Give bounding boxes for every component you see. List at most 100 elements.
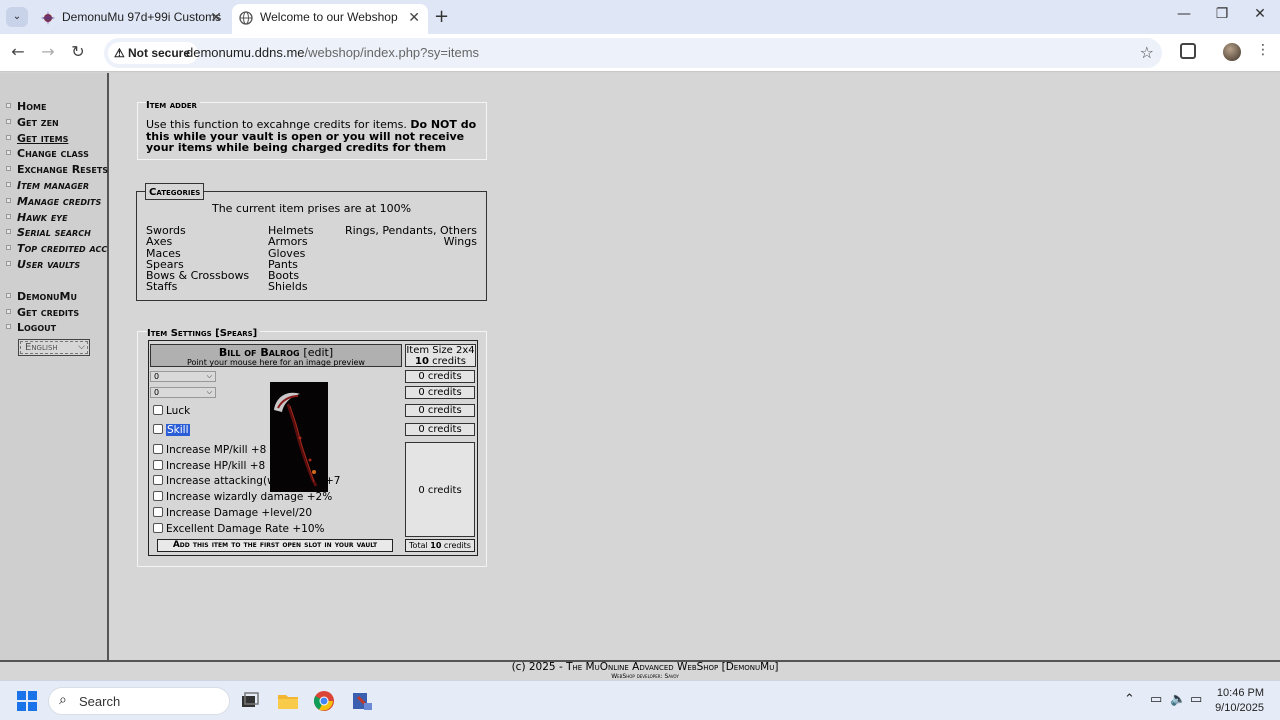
menu-kebab-icon[interactable]: ⋮ [1256,42,1270,58]
weapon-categories: Swords Axes Maces Spears Bows & Crossbow… [146,225,249,293]
category-link[interactable]: Axes [146,236,249,248]
excellent-option[interactable]: Excellent Damage Rate +10% [153,523,325,535]
excellent-option[interactable]: Increase MP/kill +8 [153,444,266,456]
misc-categories: Rings, Pendants, Others Wings [345,225,477,248]
browser-tab-webshop[interactable]: Welcome to our Webshop ✕ [232,4,428,34]
reload-icon[interactable]: ↻ [67,42,89,61]
excellent-option[interactable]: Increase wizardly damage +2% [153,491,332,503]
luck-checkbox[interactable] [153,405,163,415]
sidebar-nav: Home Get zen Get items Change class Exch… [0,73,109,660]
option-select[interactable]: 0 ⌵ [150,387,216,398]
bullet-icon [6,134,11,140]
sidebar-item-hawk-eye[interactable]: Hawk eye [0,210,107,226]
volume-icon[interactable]: 🔈 [1170,692,1186,707]
category-link[interactable]: Staffs [146,281,249,293]
item-name-header[interactable]: Bill of Balrog [edit] Point your mouse h… [150,344,402,367]
luck-option[interactable]: Luck [153,405,190,417]
close-tab-icon[interactable]: ✕ [408,4,420,30]
excellent-option[interactable]: Increase attacking(wiz [153,475,284,487]
bullet-icon [6,150,11,156]
excellent-checkbox[interactable] [153,475,163,485]
close-tab-icon[interactable]: ✕ [210,4,222,30]
item-size-box: Item Size 2x4 10 credits [405,344,476,367]
file-explorer-icon[interactable] [276,689,300,713]
excellent-checkbox[interactable] [153,507,163,517]
categories-panel: Categories The current item prises are a… [136,183,487,301]
windows-taskbar: ⌕ Search ⌃ ▭ 🔈 ▭ 10:46 PM 9/10/2025 [0,680,1280,720]
item-adder-title: Item adder [146,100,200,111]
forward-arrow-icon[interactable]: → [37,42,59,61]
sidebar-item-item-manager[interactable]: Item manager [0,178,107,194]
categories-title: Categories [145,183,205,200]
battery-icon[interactable]: ▭ [1190,692,1202,707]
network-icon[interactable]: ▭ [1150,692,1162,707]
bullet-icon [6,324,11,330]
excellent-checkbox[interactable] [153,444,163,454]
task-view-icon[interactable] [238,689,262,713]
webshop-page: Home Get zen Get items Change class Exch… [0,73,1280,660]
armor-categories: Helmets Armors Gloves Pants Boots Shield… [268,225,314,293]
bookmark-star-icon[interactable]: ☆ [1140,43,1154,62]
excellent-checkbox[interactable] [153,460,163,470]
restore-icon[interactable]: ❐ [1212,6,1232,22]
sidebar-item-get-credits[interactable]: Get credits [0,305,107,321]
back-arrow-icon[interactable]: ← [7,42,29,61]
category-link[interactable]: Armors [268,236,314,248]
sidebar-item-serial-search[interactable]: Serial search [0,225,107,241]
security-chip[interactable]: ⚠ Not secure [108,42,199,64]
game-launcher-icon[interactable] [350,689,374,713]
sidebar-item-logout[interactable]: Logout [0,320,107,336]
excellent-option[interactable]: Increase HP/kill +8 [153,460,265,472]
sidebar-item-exchange-resets[interactable]: Exchange Resets [0,162,108,178]
system-clock[interactable]: 10:46 PM 9/10/2025 [1215,686,1264,716]
excellent-checkbox[interactable] [153,491,163,501]
sidebar-item-top-credited[interactable]: Top credited acc [0,241,107,257]
sidebar-item-user-vaults[interactable]: User vaults [0,257,107,273]
clock-date: 9/10/2025 [1215,702,1264,714]
category-link[interactable]: Wings [345,236,477,248]
security-label: Not secure [128,46,191,60]
browser-toolbar: ← → ↻ ⚠ Not secure demonumu.ddns.me/webs… [0,34,1280,72]
browser-tab-bar: ⌄ DemonuMu 97d+99i Customs ✕ Welcome to … [0,0,1280,34]
windows-start-icon[interactable] [17,691,37,711]
demonumu-favicon-icon [41,11,55,25]
skill-checkbox[interactable] [153,424,163,434]
chrome-icon[interactable] [312,689,336,713]
url-text[interactable]: demonumu.ddns.me/webshop/index.php?sy=it… [186,45,479,60]
sidebar-item-home[interactable]: Home [0,99,107,115]
warning-triangle-icon: ⚠ [114,46,125,60]
bullet-icon [6,229,11,235]
search-icon: ⌕ [59,692,67,708]
sidebar-item-demonumu[interactable]: DemonuMu [0,289,107,305]
taskbar-search[interactable]: ⌕ Search [48,687,230,715]
minimize-icon[interactable]: — [1174,6,1194,22]
extensions-icon[interactable] [1180,43,1196,59]
skill-option[interactable]: Skill [153,424,190,436]
sidebar-item-get-items[interactable]: Get items [0,131,107,147]
bullet-icon [6,308,11,314]
address-bar[interactable]: ⚠ Not secure demonumu.ddns.me/webshop/in… [104,38,1162,68]
item-preview-image [270,382,328,492]
profile-avatar[interactable] [1223,43,1241,61]
tab-title: DemonuMu 97d+99i Customs [62,10,222,24]
new-tab-plus-icon[interactable]: + [434,6,449,27]
category-link[interactable]: Shields [268,281,314,293]
level-select[interactable]: 0 ⌵ [150,371,216,382]
sidebar-item-get-zen[interactable]: Get zen [0,115,107,131]
bullet-icon [6,181,11,187]
browser-tab-demonumu[interactable]: DemonuMu 97d+99i Customs ✕ [34,4,230,34]
bullet-icon [6,197,11,203]
add-to-vault-button[interactable]: Add this item to the first open slot in … [157,539,393,552]
excellent-checkbox[interactable] [153,523,163,533]
chevron-up-icon[interactable]: ⌃ [1124,692,1135,707]
sidebar-item-change-class[interactable]: Change class [0,146,107,162]
tab-search-chevron-icon[interactable]: ⌄ [6,7,28,27]
item-settings-title: Item Settings [Spears] [147,328,261,339]
close-window-icon[interactable]: ✕ [1250,6,1270,22]
total-credits: Total 10 credits [405,539,475,552]
language-select[interactable]: English ⌵ [18,339,90,357]
bullet-icon [6,118,11,124]
sidebar-item-manage-credits[interactable]: Manage credits [0,194,107,210]
excellent-option[interactable]: Increase Damage +level/20 [153,507,312,519]
